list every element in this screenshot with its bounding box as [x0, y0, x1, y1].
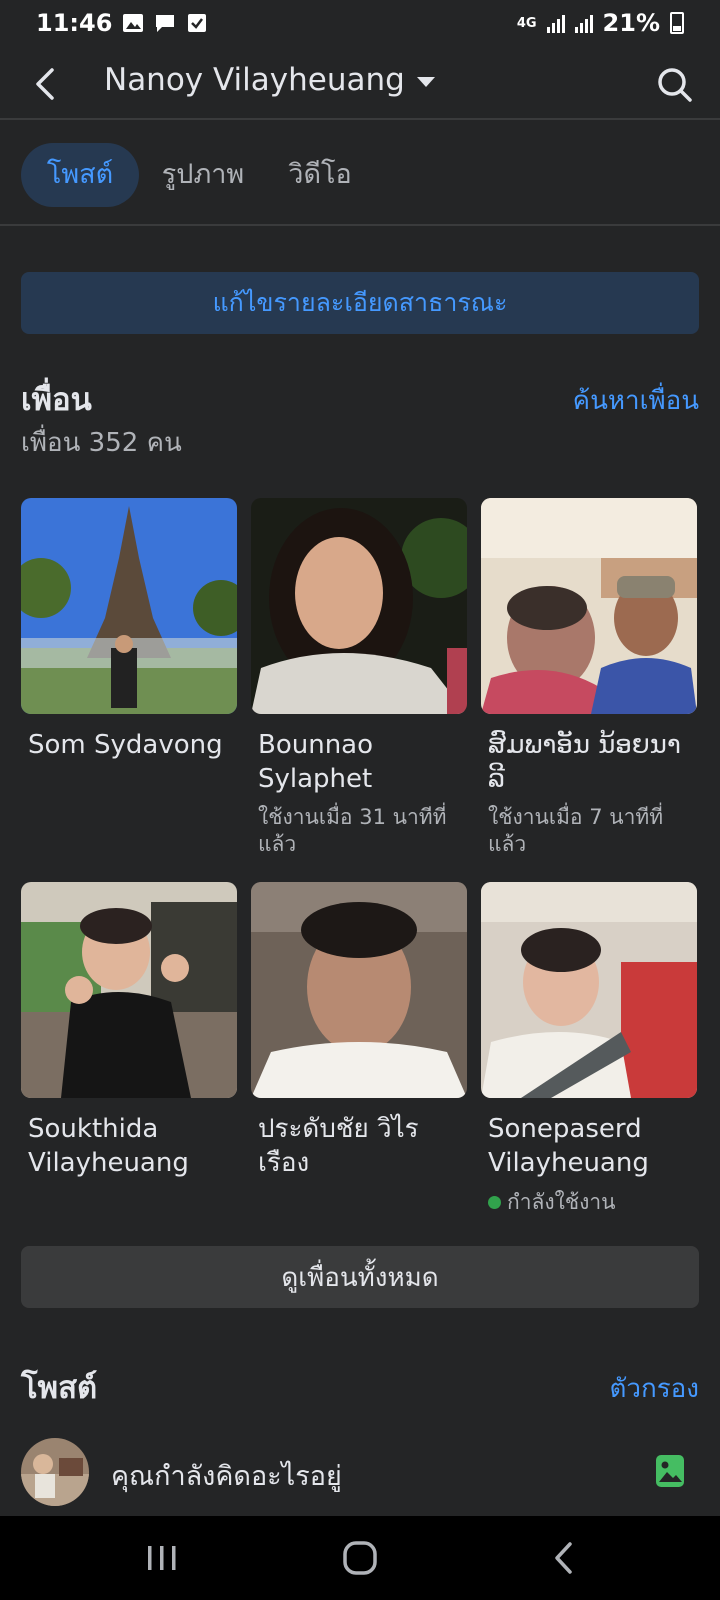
signal-icon — [546, 13, 565, 33]
message-icon — [156, 15, 175, 32]
profile-name-dropdown[interactable]: Nanoy Vilayheuang — [104, 62, 435, 98]
friend-card[interactable]: Soukthida Vilayheuang — [21, 882, 237, 1180]
chevron-down-icon — [416, 77, 435, 87]
friend-card[interactable]: ສົມພາອັນ ນ້ອຍນາລີ ใช้งานเมื่อ 7 นาทีที่แ… — [481, 498, 697, 858]
find-friends-link[interactable]: ค้นหาเพื่อน — [573, 380, 699, 421]
friend-name[interactable]: Bounnao Sylaphet — [258, 728, 467, 796]
tab-posts[interactable]: โพสต์ — [21, 143, 139, 207]
battery-icon — [670, 12, 684, 34]
online-dot-icon — [488, 1196, 501, 1209]
recent-apps-icon[interactable] — [142, 1538, 182, 1578]
status-time: 11:46 — [36, 9, 113, 37]
online-status-label: กำลังใช้งาน — [507, 1190, 616, 1214]
friend-photo[interactable] — [21, 498, 237, 714]
battery-percent: 21% — [602, 9, 660, 37]
system-navigation-bar — [0, 1516, 720, 1600]
friend-last-active: ใช้งานเมื่อ 7 นาทีที่แล้ว — [488, 805, 664, 856]
photo-icon[interactable] — [655, 1454, 685, 1488]
search-icon[interactable] — [654, 64, 694, 104]
tab-photos[interactable]: รูปภาพ — [150, 143, 256, 207]
back-icon[interactable] — [545, 1538, 585, 1578]
friend-card[interactable]: Sonepaserd Vilayheuang กำลังใช้งาน — [481, 882, 697, 1219]
friend-name[interactable]: Sonepaserd Vilayheuang — [488, 1112, 697, 1180]
friend-photo[interactable] — [481, 498, 697, 714]
profile-tabs: โพสต์ รูปภาพ วิดีโอ — [0, 122, 720, 226]
status-bar: 11:46 4G 21% — [0, 0, 720, 46]
friend-name[interactable]: ประดับชัย วิไรเรือง — [258, 1112, 467, 1180]
friend-card[interactable]: Bounnao Sylaphet ใช้งานเมื่อ 31 นาทีที่แ… — [251, 498, 467, 858]
friend-photo[interactable] — [251, 498, 467, 714]
friend-name[interactable]: ສົມພາອັນ ນ້ອຍນາລີ — [488, 728, 697, 796]
see-all-friends-button[interactable]: ดูเพื่อนทั้งหมด — [21, 1246, 699, 1308]
friend-photo[interactable] — [481, 882, 697, 1098]
friends-section-title: เพื่อน — [21, 382, 92, 418]
friends-count: เพื่อน 352 คน — [21, 428, 182, 458]
friend-name[interactable]: Som Sydavong — [28, 728, 237, 762]
top-bar: Nanoy Vilayheuang — [0, 46, 720, 120]
tab-videos[interactable]: วิดีโอ — [272, 143, 368, 207]
friend-name[interactable]: Soukthida Vilayheuang — [28, 1112, 237, 1180]
filter-link[interactable]: ตัวกรอง — [609, 1368, 699, 1409]
friend-photo[interactable] — [21, 882, 237, 1098]
gallery-icon — [123, 14, 144, 32]
posts-section-title: โพสต์ — [21, 1370, 98, 1406]
friend-card[interactable]: Som Sydavong — [21, 498, 237, 762]
home-icon[interactable] — [340, 1538, 380, 1578]
friend-card[interactable]: ประดับชัย วิไรเรือง — [251, 882, 467, 1180]
edit-public-details-button[interactable]: แก้ไขรายละเอียดสาธารณะ — [21, 272, 699, 334]
signal-icon-2 — [574, 13, 593, 33]
composer-placeholder[interactable]: คุณกำลังคิดอะไรอยู่ — [111, 1454, 342, 1497]
page-title: Nanoy Vilayheuang — [104, 62, 405, 98]
friend-photo[interactable] — [251, 882, 467, 1098]
back-arrow-icon[interactable] — [28, 64, 68, 104]
network-type: 4G — [516, 15, 537, 31]
checkbox-icon — [188, 14, 207, 32]
post-composer[interactable]: คุณกำลังคิดอะไรอยู่ — [21, 1438, 699, 1508]
avatar — [21, 1438, 89, 1506]
online-status: กำลังใช้งาน — [488, 1186, 697, 1219]
friend-last-active: ใช้งานเมื่อ 31 นาทีที่แล้ว — [258, 805, 447, 856]
